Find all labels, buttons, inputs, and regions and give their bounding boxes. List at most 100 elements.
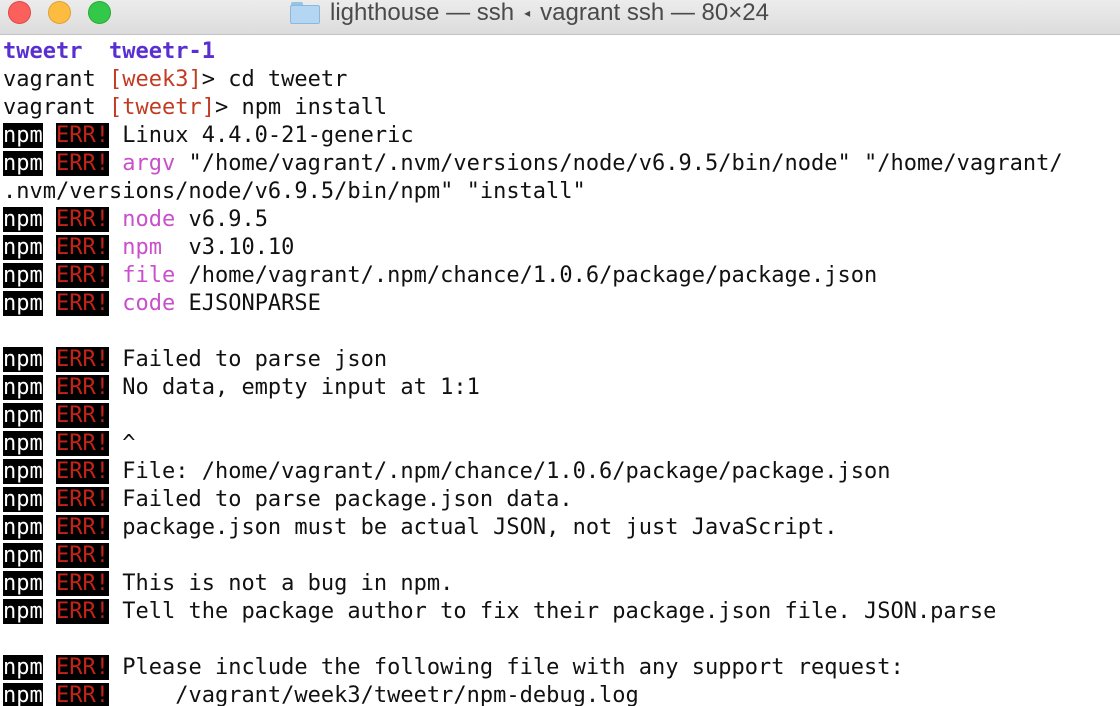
terminal-line: npm ERR! node v6.9.5 (3, 206, 1120, 234)
err-tag: ERR! (56, 683, 109, 706)
terminal-line: tweetr tweetr-1 (3, 38, 1120, 66)
npm-tag: npm (3, 599, 43, 624)
terminal-line: npm ERR! Failed to parse json (3, 346, 1120, 374)
terminal-line: npm ERR! Tell the package author to fix … (3, 598, 1120, 626)
line-text: tweetr-1 (108, 39, 215, 64)
close-button[interactable] (8, 1, 31, 24)
npm-tag: npm (3, 263, 43, 288)
terminal-line: vagrant [week3]> cd tweetr (3, 66, 1120, 94)
npm-tag: npm (3, 571, 43, 596)
folder-icon (290, 2, 320, 24)
line-text: file (122, 263, 176, 288)
terminal-line: npm ERR! package.json must be actual JSO… (3, 514, 1120, 542)
terminal-line: .nvm/versions/node/v6.9.5/bin/npm" "inst… (3, 178, 1120, 206)
line-text: ] (201, 95, 215, 120)
terminal-line: npm ERR! This is not a bug in npm. (3, 570, 1120, 598)
err-tag: ERR! (56, 655, 109, 680)
terminal-line: npm ERR! File: /home/vagrant/.npm/chance… (3, 458, 1120, 486)
npm-tag: npm (3, 151, 43, 176)
line-text: "/home/vagrant/.nvm/versions/node/v6.9.5… (175, 151, 1063, 176)
line-text: EJSONPARSE (175, 291, 321, 316)
err-tag: ERR! (56, 235, 109, 260)
npm-tag: npm (3, 487, 43, 512)
line-text: /vagrant/week3/tweetr/npm-debug.log (122, 683, 639, 706)
err-tag: ERR! (56, 515, 109, 540)
terminal-window: lighthouse — ssh ◂ vagrant ssh — 80×24 t… (0, 0, 1120, 706)
line-text: Linux 4.4.0-21-generic (122, 123, 414, 148)
line-text: /home/vagrant/.npm/chance/1.0.6/package/… (175, 263, 878, 288)
title-left: lighthouse — ssh (330, 0, 515, 26)
err-tag: ERR! (56, 571, 109, 596)
terminal-line: npm ERR! (3, 542, 1120, 570)
title-bar[interactable]: lighthouse — ssh ◂ vagrant ssh — 80×24 (0, 0, 1120, 35)
line-text: week3 (122, 67, 189, 92)
terminal-line: npm ERR! Please include the following fi… (3, 654, 1120, 682)
line-text: Failed to parse json (122, 347, 388, 372)
line-text: v3.10.10 (175, 235, 295, 260)
terminal-line: npm ERR! No data, empty input at 1:1 (3, 374, 1120, 402)
left-arrow-icon: ◂ (524, 6, 531, 20)
line-text: vagrant (3, 95, 109, 120)
err-tag: ERR! (56, 151, 109, 176)
line-text: No data, empty input at 1:1 (122, 375, 480, 400)
npm-tag: npm (3, 683, 43, 706)
npm-tag: npm (3, 431, 43, 456)
terminal-line: npm ERR! Failed to parse package.json da… (3, 486, 1120, 514)
err-tag: ERR! (56, 123, 109, 148)
terminal-line: npm ERR! ^ (3, 430, 1120, 458)
line-text: node (122, 207, 176, 232)
title-right: vagrant ssh — 80×24 (540, 0, 769, 26)
npm-tag: npm (3, 123, 43, 148)
terminal-output[interactable]: tweetr tweetr-1 vagrant [week3]> cd tweet… (3, 38, 1120, 706)
minimize-button[interactable] (48, 1, 71, 24)
line-text: tweetr (122, 95, 202, 120)
line-text: [ (108, 67, 123, 92)
npm-tag: npm (3, 655, 43, 680)
err-tag: ERR! (56, 543, 109, 568)
line-text: argv (122, 151, 176, 176)
npm-tag: npm (3, 291, 43, 316)
err-tag: ERR! (56, 207, 109, 232)
terminal-line: npm ERR! npm v3.10.10 (3, 234, 1120, 262)
npm-tag: npm (3, 515, 43, 540)
err-tag: ERR! (56, 347, 109, 372)
window-title: lighthouse — ssh ◂ vagrant ssh — 80×24 (290, 0, 769, 26)
npm-tag: npm (3, 459, 43, 484)
err-tag: ERR! (56, 459, 109, 484)
err-tag: ERR! (56, 403, 109, 428)
npm-tag: npm (3, 207, 43, 232)
npm-tag: npm (3, 347, 43, 372)
err-tag: ERR! (56, 375, 109, 400)
line-text: ] (188, 67, 202, 92)
terminal-line: npm ERR! (3, 402, 1120, 430)
line-text: .nvm/versions/node/v6.9.5/bin/npm" "inst… (3, 179, 586, 204)
line-text: tweetr (3, 39, 83, 64)
line-text: File: /home/vagrant/.npm/chance/1.0.6/pa… (122, 459, 891, 484)
npm-tag: npm (3, 543, 43, 568)
line-text: ^ (122, 431, 136, 456)
err-tag: ERR! (56, 599, 109, 624)
npm-tag: npm (3, 403, 43, 428)
err-tag: ERR! (56, 487, 109, 512)
terminal-line: npm ERR! file /home/vagrant/.npm/chance/… (3, 262, 1120, 290)
err-tag: ERR! (56, 263, 109, 288)
line-text: [ (108, 95, 123, 120)
line-text: Failed to parse package.json data. (122, 487, 573, 512)
line-text: > cd tweetr (201, 67, 348, 92)
terminal-line: npm ERR! Linux 4.4.0-21-generic (3, 122, 1120, 150)
line-text: This is not a bug in npm. (122, 571, 454, 596)
err-tag: ERR! (56, 291, 109, 316)
line-text: > npm install (214, 95, 388, 120)
line-text: v6.9.5 (175, 207, 268, 232)
line-text (82, 39, 109, 64)
line-text: npm (122, 235, 176, 260)
line-text: package.json must be actual JSON, not ju… (122, 515, 838, 540)
npm-tag: npm (3, 235, 43, 260)
maximize-button[interactable] (88, 1, 111, 24)
terminal-line: npm ERR! code EJSONPARSE (3, 290, 1120, 318)
line-text: vagrant (3, 67, 109, 92)
terminal-line: vagrant [tweetr]> npm install (3, 94, 1120, 122)
line-text: Please include the following file with a… (122, 655, 904, 680)
